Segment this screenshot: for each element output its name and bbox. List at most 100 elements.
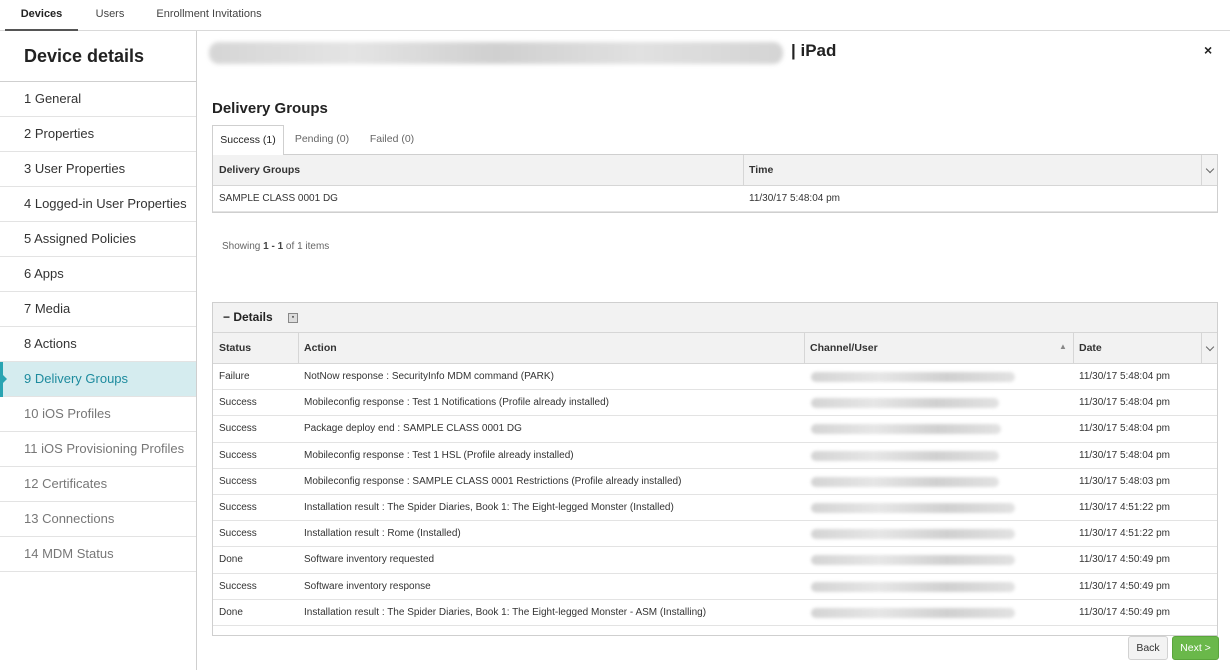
redacted-channel-user [811,450,999,461]
row-date: 11/30/17 4:51:22 pm [1079,528,1170,540]
export-icon[interactable]: ▪ [288,313,298,323]
table-row[interactable]: Done Installation result : The Spider Di… [213,600,1217,626]
row-date: 11/30/17 4:50:49 pm [1079,606,1170,618]
sidebar-item-media[interactable]: 7 Media [0,292,196,327]
details-table-header: Status Action Channel/User ▲ Date [213,333,1217,364]
tab-devices[interactable]: Devices [5,0,78,31]
delivery-groups-table: Delivery Groups Time SAMPLE CLASS 0001 D… [212,155,1218,213]
table-row[interactable]: Success Mobileconfig response : Test 1 N… [213,390,1217,417]
sidebar-item-ios-provisioning-profiles[interactable]: 11 iOS Provisioning Profiles [0,432,196,467]
row-action: Mobileconfig response : Test 1 HSL (Prof… [304,449,574,461]
row-status: Success [219,449,257,461]
delivery-group-name: SAMPLE CLASS 0001 DG [219,193,338,204]
delivery-time: 11/30/17 5:48:04 pm [749,193,840,204]
sidebar-title: Device details [0,31,196,82]
row-status: Success [219,528,257,540]
table-row[interactable]: Success Mobileconfig response : SAMPLE C… [213,469,1217,495]
details-header: − Details ▪ [213,303,1217,333]
sidebar-item-apps[interactable]: 6 Apps [0,257,196,292]
tab-enrollment-invitations[interactable]: Enrollment Invitations [153,0,265,31]
sidebar-item-mdm-status[interactable]: 14 MDM Status [0,537,196,572]
redacted-channel-user [811,581,1015,592]
tab-pending[interactable]: Pending (0) [290,125,354,155]
column-header-date[interactable]: Date [1073,333,1201,363]
row-date: 11/30/17 5:48:04 pm [1079,449,1170,461]
close-icon[interactable]: × [1204,42,1212,58]
row-status: Success [219,423,257,435]
details-table-body: Failure NotNow response : SecurityInfo M… [213,364,1217,626]
chevron-down-icon [1205,342,1214,351]
redacted-channel-user [811,607,1015,618]
sidebar: Device details 1 General 2 Properties 3 … [0,31,197,670]
row-status: Success [219,502,257,514]
column-header-delivery-groups[interactable]: Delivery Groups [213,155,743,185]
device-header: | iPad × [197,31,1230,79]
row-date: 11/30/17 4:50:49 pm [1079,580,1170,592]
delivery-status-tabs: Success (1) Pending (0) Failed (0) [212,125,1218,156]
row-date: 11/30/17 5:48:04 pm [1079,397,1170,409]
redacted-channel-user [811,398,999,409]
table-row[interactable]: Success Software inventory response 11/3… [213,574,1217,600]
row-action: Installation result : The Spider Diaries… [304,606,707,618]
sidebar-item-actions[interactable]: 8 Actions [0,327,196,362]
tab-failed[interactable]: Failed (0) [364,125,420,155]
table-row[interactable]: Failure NotNow response : SecurityInfo M… [213,364,1217,391]
redacted-channel-user [811,424,1001,435]
device-type-label: | iPad [791,41,837,60]
next-button[interactable]: Next > [1172,636,1219,660]
row-action: Package deploy end : SAMPLE CLASS 0001 D… [304,423,522,435]
row-action: Software inventory response [304,580,431,592]
row-status: Success [219,397,257,409]
chevron-down-icon [1205,164,1214,173]
sidebar-item-general[interactable]: 1 General [0,82,196,117]
sidebar-item-ios-profiles[interactable]: 10 iOS Profiles [0,397,196,432]
table-row[interactable]: Success Package deploy end : SAMPLE CLAS… [213,416,1217,443]
top-nav: Devices Users Enrollment Invitations [0,0,1230,31]
row-status: Done [219,554,243,566]
table-row[interactable]: SAMPLE CLASS 0001 DG 11/30/17 5:48:04 pm [213,186,1217,212]
row-action: Installation result : The Spider Diaries… [304,502,674,514]
sidebar-item-user-properties[interactable]: 3 User Properties [0,152,196,187]
row-action: NotNow response : SecurityInfo MDM comma… [304,371,554,383]
sidebar-item-properties[interactable]: 2 Properties [0,117,196,152]
column-header-status[interactable]: Status [213,333,298,363]
column-header-time[interactable]: Time [743,155,1203,185]
redacted-channel-user [811,372,1015,382]
redacted-channel-user [811,555,1015,566]
row-status: Failure [219,371,250,383]
redacted-device-email [209,42,783,64]
table-row[interactable]: Success Installation result : The Spider… [213,495,1217,522]
column-header-channel-user[interactable]: Channel/User [804,333,1073,363]
row-status: Done [219,606,243,618]
row-date: 11/30/17 5:48:04 pm [1079,371,1170,383]
table-row[interactable]: Done Software inventory requested 11/30/… [213,547,1217,574]
sidebar-item-connections[interactable]: 13 Connections [0,502,196,537]
sidebar-item-assigned-policies[interactable]: 5 Assigned Policies [0,222,196,257]
tab-success[interactable]: Success (1) [212,125,284,156]
section-title: Delivery Groups [212,100,328,117]
back-button[interactable]: Back [1128,636,1168,660]
details-toggle[interactable]: − Details [223,310,273,324]
column-menu-button[interactable] [1201,333,1217,363]
sidebar-item-certificates[interactable]: 12 Certificates [0,467,196,502]
row-status: Success [219,580,257,592]
tab-users[interactable]: Users [85,0,135,31]
table-row[interactable]: Success Mobileconfig response : Test 1 H… [213,443,1217,469]
row-action: Software inventory requested [304,554,435,566]
redacted-channel-user [811,502,1015,513]
table-header: Delivery Groups Time [213,155,1217,186]
row-date: 11/30/17 4:51:22 pm [1079,502,1170,514]
row-date: 11/30/17 5:48:03 pm [1079,475,1170,487]
sidebar-item-logged-in-user-properties[interactable]: 4 Logged-in User Properties [0,187,196,222]
table-row[interactable]: Success Installation result : Rome (Inst… [213,521,1217,548]
redacted-channel-user [811,476,999,487]
column-header-action[interactable]: Action [298,333,804,363]
pagination-summary: Showing 1 - 1 of 1 items [222,241,330,252]
row-status: Success [219,475,257,487]
column-menu-button[interactable] [1201,155,1217,185]
sidebar-item-delivery-groups[interactable]: 9 Delivery Groups [0,362,196,397]
row-date: 11/30/17 4:50:49 pm [1079,554,1170,566]
redacted-channel-user [811,529,1015,540]
details-panel: − Details ▪ Status Action Channel/User ▲… [212,302,1218,636]
row-date: 11/30/17 5:48:04 pm [1079,423,1170,435]
